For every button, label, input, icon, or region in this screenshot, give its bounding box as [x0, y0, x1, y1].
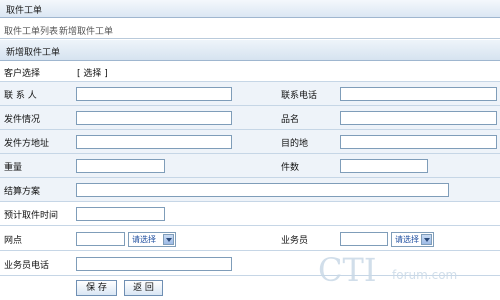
- settlement-input[interactable]: [76, 183, 449, 197]
- weight-label: 重量: [4, 163, 23, 173]
- salesman-select-value: 请选择: [395, 235, 419, 244]
- weight-input[interactable]: [76, 159, 165, 173]
- sender-address-label: 发件方地址: [4, 139, 50, 149]
- destination-label: 目的地: [281, 139, 309, 149]
- phone-input[interactable]: [340, 87, 497, 101]
- save-button[interactable]: 保 存: [76, 280, 117, 296]
- cti-forum-watermark: CTI forum.com: [318, 251, 457, 289]
- salesman-label: 业务员: [281, 236, 309, 246]
- contact-input[interactable]: [76, 87, 232, 101]
- customer-label: 客户选择: [4, 69, 41, 79]
- branch-label: 网点: [4, 236, 23, 246]
- pieces-label: 件数: [281, 163, 300, 173]
- salesman-phone-label: 业务员电话: [4, 261, 50, 271]
- destination-input[interactable]: [340, 135, 497, 149]
- chevron-down-icon[interactable]: [163, 234, 174, 245]
- chevron-down-icon[interactable]: [421, 234, 432, 245]
- salesman-phone-input[interactable]: [76, 257, 232, 271]
- section-title: 新增取件工单: [6, 48, 61, 58]
- branch-select[interactable]: 请选择: [128, 232, 176, 247]
- window-titlebar: 取件工单: [0, 0, 500, 18]
- nav-link-list[interactable]: 取件工单列表: [4, 24, 58, 37]
- item-name-input[interactable]: [340, 111, 497, 125]
- watermark-sub: forum.com: [392, 268, 457, 282]
- status-input[interactable]: [76, 111, 232, 125]
- form-row-customer: 客户选择 [ 选择 ]: [0, 61, 500, 82]
- form-row-weight: 重量 件数: [0, 154, 500, 178]
- form-row-address: 发件方地址 目的地: [0, 130, 500, 154]
- phone-label: 联系电话: [281, 91, 318, 101]
- nav-bar: 取件工单列表 新增取件工单: [0, 18, 500, 39]
- watermark-text: CTI: [318, 251, 376, 289]
- form-row-pickup-time: 预计取件时间: [0, 202, 500, 226]
- salesman-input[interactable]: [340, 232, 388, 246]
- branch-select-value: 请选择: [132, 235, 156, 244]
- sender-address-input[interactable]: [76, 135, 232, 149]
- nav-link-new[interactable]: 新增取件工单: [59, 24, 113, 37]
- salesman-select[interactable]: 请选择: [391, 232, 434, 247]
- settlement-label: 结算方案: [4, 187, 41, 197]
- branch-input[interactable]: [76, 232, 125, 246]
- form-row-settlement: 结算方案: [0, 178, 500, 202]
- form-row-status: 发件情况 品名: [0, 106, 500, 130]
- contact-label: 联 系 人: [4, 91, 37, 101]
- customer-select-link[interactable]: [ 选择 ]: [77, 66, 108, 79]
- window-title: 取件工单: [6, 6, 43, 16]
- pieces-input[interactable]: [340, 159, 428, 173]
- status-label: 发件情况: [4, 115, 41, 125]
- pickup-time-label: 预计取件时间: [4, 211, 59, 221]
- section-header: 新增取件工单: [0, 39, 500, 61]
- back-button[interactable]: 返 回: [124, 280, 163, 296]
- pickup-time-input[interactable]: [76, 207, 165, 221]
- item-name-label: 品名: [281, 115, 300, 125]
- form-row-contact: 联 系 人 联系电话: [0, 82, 500, 106]
